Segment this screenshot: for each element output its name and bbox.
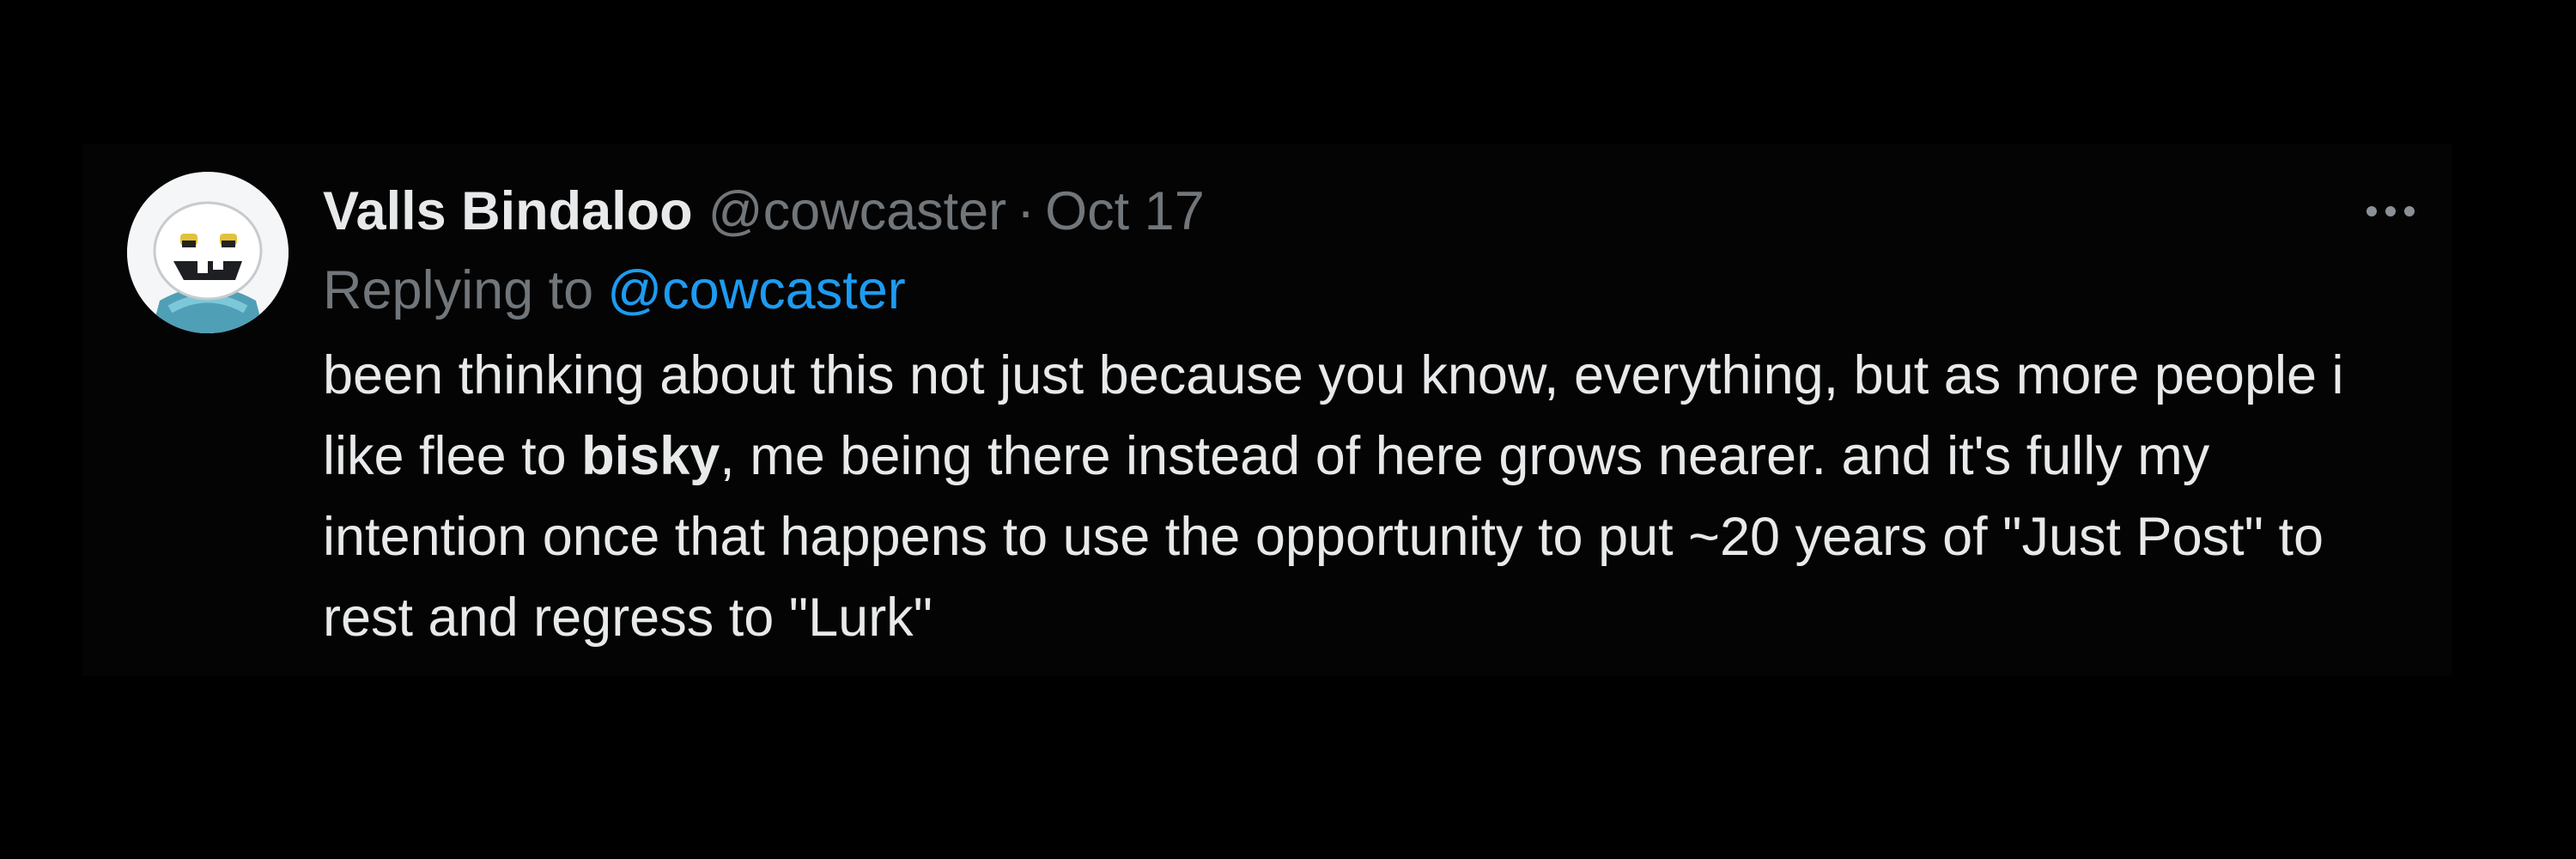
tweet-date[interactable]: Oct 17 (1045, 172, 1205, 251)
reply-mention-link[interactable]: @cowcaster (607, 260, 906, 320)
snowman-avatar-icon (127, 172, 289, 333)
tweet-header: Valls Bindaloo @cowcaster · Oct 17 (323, 172, 2418, 251)
author-handle[interactable]: @cowcaster (708, 172, 1007, 251)
tweet-body: been thinking about this not just becaus… (323, 335, 2418, 658)
replying-to-label: Replying to (323, 260, 594, 320)
replying-to-line: Replying to @cowcaster (323, 251, 2418, 330)
more-options-icon (2366, 206, 2415, 216)
tweet-content: Valls Bindaloo @cowcaster · Oct 17 Reply… (323, 172, 2418, 658)
more-options-button[interactable] (2354, 187, 2427, 235)
separator-dot: · (1017, 181, 1036, 241)
tweet-body-bold-text: bisky (581, 426, 720, 486)
avatar[interactable] (127, 172, 289, 333)
author-name[interactable]: Valls Bindaloo (323, 172, 693, 251)
